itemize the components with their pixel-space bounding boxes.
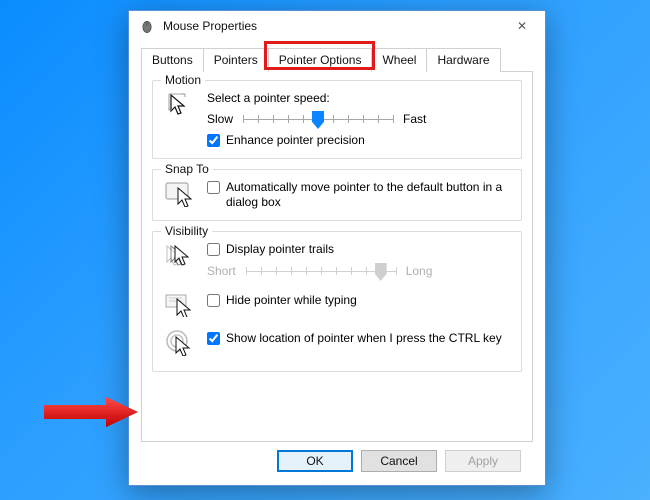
tab-buttons[interactable]: Buttons xyxy=(141,48,204,72)
tab-pointers[interactable]: Pointers xyxy=(203,48,269,72)
close-icon: ✕ xyxy=(517,19,527,33)
mouse-icon xyxy=(139,18,155,34)
ok-button[interactable]: OK xyxy=(277,450,353,472)
trails-checkbox[interactable]: Display pointer trails xyxy=(207,242,511,257)
group-visibility-title: Visibility xyxy=(161,224,212,238)
group-visibility: Visibility Display pointer trails xyxy=(152,231,522,372)
ctrl-locate-checkbox[interactable]: Show location of pointer when I press th… xyxy=(207,331,511,346)
mouse-properties-dialog: Mouse Properties ✕ ButtonsPointersPointe… xyxy=(128,10,546,486)
tab-panel-pointer-options: Motion Select a pointer speed: Slow xyxy=(141,72,533,442)
tab-pointer-options[interactable]: Pointer Options xyxy=(268,48,373,72)
motion-cursor-icon xyxy=(165,91,195,119)
group-snapto: Snap To Automatically move pointer to th… xyxy=(152,169,522,221)
apply-button: Apply xyxy=(445,450,521,472)
hide-typing-checkbox[interactable]: Hide pointer while typing xyxy=(207,293,511,308)
tab-hardware[interactable]: Hardware xyxy=(426,48,500,72)
long-label: Long xyxy=(406,264,433,278)
pointer-speed-label: Select a pointer speed: xyxy=(207,91,511,105)
snapto-icon xyxy=(165,180,195,208)
group-motion: Motion Select a pointer speed: Slow xyxy=(152,80,522,159)
group-motion-title: Motion xyxy=(161,73,205,87)
titlebar[interactable]: Mouse Properties ✕ xyxy=(129,11,545,41)
trails-slider: Short Long xyxy=(207,261,511,281)
annotation-arrow xyxy=(44,397,138,427)
window-title: Mouse Properties xyxy=(163,19,499,33)
hide-typing-icon xyxy=(165,291,195,319)
fast-label: Fast xyxy=(403,112,426,126)
group-snapto-title: Snap To xyxy=(161,162,213,176)
short-label: Short xyxy=(207,264,236,278)
pointer-speed-slider[interactable]: Slow Fast xyxy=(207,109,511,129)
enhance-precision-checkbox[interactable]: Enhance pointer precision xyxy=(207,133,511,148)
ctrl-locate-icon xyxy=(165,329,195,357)
cancel-button[interactable]: Cancel xyxy=(361,450,437,472)
close-button[interactable]: ✕ xyxy=(499,11,545,41)
trails-icon xyxy=(165,242,195,270)
tab-bar: ButtonsPointersPointer OptionsWheelHardw… xyxy=(141,47,533,72)
snapto-checkbox[interactable]: Automatically move pointer to the defaul… xyxy=(207,180,511,210)
dialog-button-row: OK Cancel Apply xyxy=(141,442,533,472)
tab-wheel[interactable]: Wheel xyxy=(371,48,427,72)
slow-label: Slow xyxy=(207,112,233,126)
